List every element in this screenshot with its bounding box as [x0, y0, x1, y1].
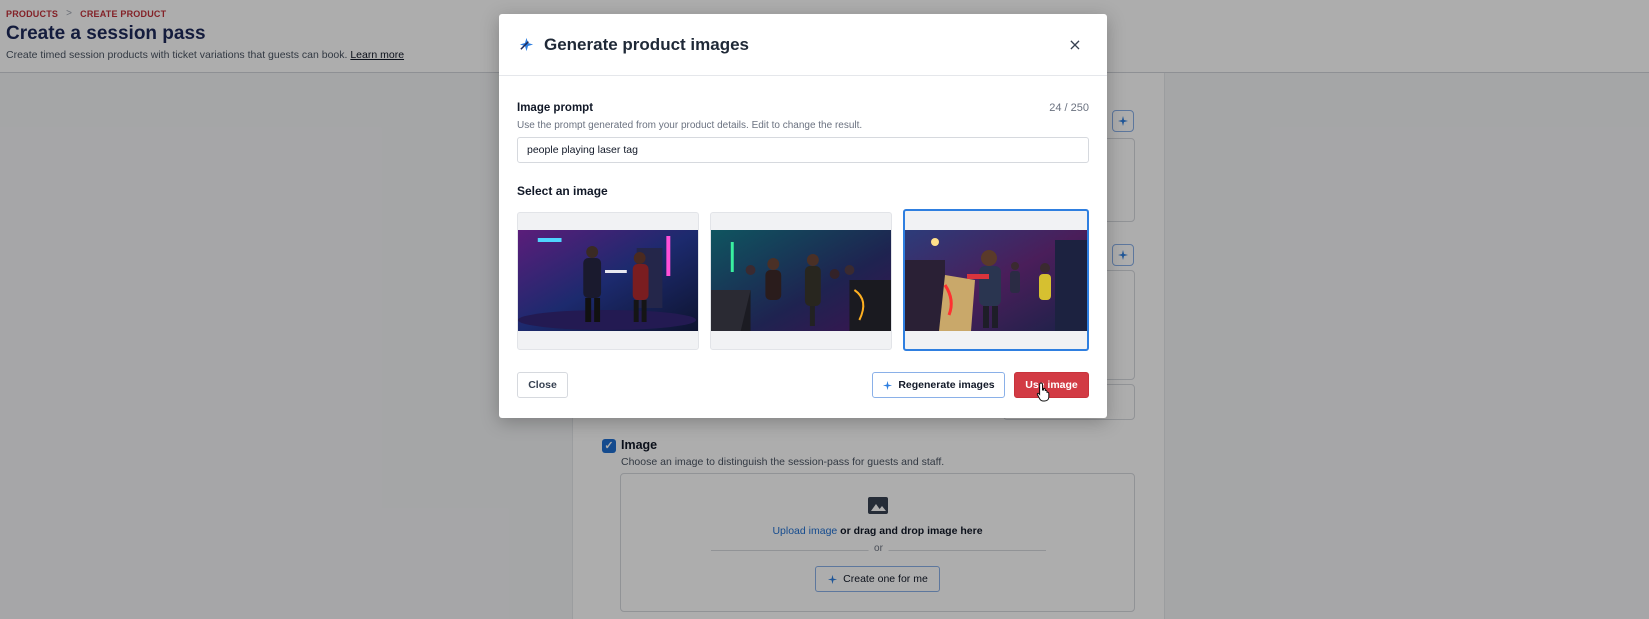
regenerate-images-label: Regenerate images [898, 379, 995, 391]
image-prompt-input[interactable] [517, 137, 1089, 163]
laser-tag-photo-2 [711, 230, 891, 331]
sparkle-ai-icon [883, 380, 893, 390]
laser-tag-photo-3 [905, 230, 1087, 331]
image-option-2[interactable] [710, 212, 892, 350]
image-option-1[interactable] [517, 212, 699, 350]
laser-tag-photo-1 [518, 230, 698, 331]
dialog-header: Generate product images × [499, 14, 1107, 76]
sparkle-ai-icon [518, 36, 535, 53]
close-icon[interactable]: × [1066, 36, 1084, 54]
image-prompt-help: Use the prompt generated from your produ… [517, 120, 863, 131]
dialog-title: Generate product images [544, 34, 750, 54]
generate-images-dialog: Generate product images × Image prompt 2… [499, 14, 1107, 418]
select-image-label: Select an image [517, 184, 608, 198]
character-count: 24 / 250 [1049, 102, 1089, 114]
image-option-3-selected[interactable] [903, 209, 1089, 351]
regenerate-images-button[interactable]: Regenerate images [872, 372, 1005, 398]
pointer-cursor-icon [1036, 382, 1050, 402]
image-prompt-label: Image prompt [517, 102, 594, 114]
close-button[interactable]: Close [517, 372, 568, 398]
